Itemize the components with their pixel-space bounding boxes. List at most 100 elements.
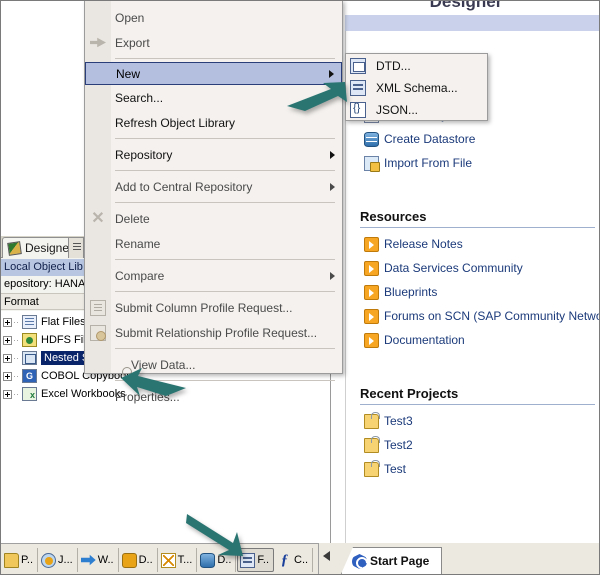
orange-arrow-icon xyxy=(364,260,379,276)
import-file-icon xyxy=(364,155,380,172)
taskbar-button-label: F.. xyxy=(257,554,270,566)
link-label: Forums on SCN (SAP Community Network) xyxy=(384,309,600,323)
document-tab-strip: Start Page xyxy=(318,543,600,575)
link-label: Test xyxy=(384,462,407,476)
menu-separator xyxy=(115,259,335,260)
taskbar-button-jobs[interactable]: J... xyxy=(39,548,78,572)
menu-item-delete[interactable]: ✕ Delete xyxy=(85,206,342,231)
tree-row-label: Flat Files xyxy=(41,316,86,328)
menu-item-label: Delete xyxy=(115,211,150,226)
menu-item-label: Submit Column Profile Request... xyxy=(115,300,293,315)
xml-schema-icon xyxy=(350,80,366,96)
folder-icon xyxy=(364,411,380,429)
menu-item-label: New xyxy=(116,66,141,81)
job-icon xyxy=(41,552,57,568)
start-page-header-band xyxy=(345,15,600,31)
recent-projects-heading: Recent Projects xyxy=(360,386,459,401)
tree-row-label: HDFS Fil xyxy=(41,334,86,346)
new-submenu: DTD... XML Schema... JSON... xyxy=(345,53,488,121)
link-data-services-community[interactable]: Data Services Community xyxy=(346,256,600,280)
menu-item-add-to-central-repository[interactable]: Add to Central Repository xyxy=(85,174,342,199)
transform-icon xyxy=(160,552,176,568)
workflow-icon xyxy=(80,554,96,566)
bottom-taskbar: P.. J... W.. D.. T... D.. F.. ƒ C.. Star… xyxy=(0,543,600,575)
taskbar-button-projects[interactable]: P.. xyxy=(2,548,39,572)
link-label: Import From File xyxy=(384,156,473,170)
orange-arrow-icon xyxy=(364,284,379,300)
cobol-copybook-icon: G xyxy=(22,369,37,383)
taskbar-button-custom-functions[interactable]: ƒ C.. xyxy=(275,548,314,572)
project-icon xyxy=(4,552,19,568)
start-page-icon xyxy=(352,554,367,569)
menu-item-label: Rename xyxy=(115,236,161,251)
canvas-blank-top-left xyxy=(0,0,84,236)
taskbar-button-label: J... xyxy=(58,554,73,566)
submenu-item-dtd[interactable]: DTD... xyxy=(346,55,487,77)
menu-separator xyxy=(115,58,335,59)
menu-item-open[interactable]: Open xyxy=(85,5,342,30)
link-label: Test2 xyxy=(384,438,413,452)
folder-icon xyxy=(364,459,380,477)
context-menu-items: Open Export New Search... Refresh Object… xyxy=(85,1,342,404)
link-import-from-file[interactable]: Import From File xyxy=(346,151,600,175)
menu-separator xyxy=(115,170,335,171)
expand-plus-icon[interactable] xyxy=(3,389,12,399)
menu-item-submit-relationship-profile-request[interactable]: Submit Relationship Profile Request... xyxy=(85,320,342,345)
expand-plus-icon[interactable] xyxy=(3,317,12,327)
link-release-notes[interactable]: Release Notes xyxy=(346,232,600,256)
recent-projects-divider xyxy=(360,404,595,405)
link-label: Blueprints xyxy=(384,285,438,299)
resources-heading: Resources xyxy=(360,209,427,224)
link-blueprints[interactable]: Blueprints xyxy=(346,280,600,304)
link-documentation[interactable]: Documentation xyxy=(346,328,600,352)
expand-plus-icon[interactable] xyxy=(3,371,12,381)
object-category-buttons: P.. J... W.. D.. T... D.. F.. ƒ C.. xyxy=(2,548,314,572)
menu-item-rename[interactable]: Rename xyxy=(85,231,342,256)
expand-plus-icon[interactable] xyxy=(3,353,12,363)
delete-x-icon: ✕ xyxy=(91,209,105,227)
submenu-item-json[interactable]: JSON... xyxy=(346,99,487,121)
arrow-to-xml-schema xyxy=(285,80,351,116)
link-label: Data Services Community xyxy=(384,261,523,275)
flat-file-icon xyxy=(22,315,37,329)
submenu-item-xml-schema[interactable]: XML Schema... xyxy=(346,77,487,99)
column-profile-icon xyxy=(90,299,106,316)
link-label: Documentation xyxy=(384,333,465,347)
menu-separator xyxy=(115,291,335,292)
orange-arrow-icon xyxy=(364,332,379,348)
expand-plus-icon[interactable] xyxy=(3,335,12,345)
menu-item-compare[interactable]: Compare xyxy=(85,263,342,288)
menu-item-submit-column-profile-request[interactable]: Submit Column Profile Request... xyxy=(85,295,342,320)
taskbar-button-dataflows[interactable]: D.. xyxy=(120,548,158,572)
menu-separator xyxy=(115,202,335,203)
menu-item-label: Submit Relationship Profile Request... xyxy=(115,325,318,340)
export-icon xyxy=(90,37,106,48)
link-label: Release Notes xyxy=(384,237,463,251)
submenu-chevron-icon xyxy=(330,150,335,159)
submenu-item-label: JSON... xyxy=(376,103,419,117)
tree-connector: ·· xyxy=(13,353,19,363)
tab-scroll-left-icon[interactable] xyxy=(323,551,330,561)
resources-divider xyxy=(360,227,595,228)
link-forums-on-scn[interactable]: Forums on SCN (SAP Community Network) xyxy=(346,304,600,328)
datastore-icon xyxy=(364,131,379,147)
submenu-chevron-icon xyxy=(329,69,334,78)
document-tab-start-page[interactable]: Start Page xyxy=(341,547,443,574)
menu-item-export[interactable]: Export xyxy=(85,30,342,55)
tab-designer-label: Designer xyxy=(25,241,74,255)
tab-overflow-button[interactable] xyxy=(68,237,84,258)
json-icon xyxy=(350,102,366,118)
dtd-icon xyxy=(350,58,366,74)
tree-connector: ·· xyxy=(13,389,19,399)
recent-project-test2[interactable]: Test2 xyxy=(346,433,600,457)
recent-project-test[interactable]: Test xyxy=(346,457,600,481)
taskbar-button-label: C.. xyxy=(294,554,309,566)
menu-item-repository[interactable]: Repository xyxy=(85,142,342,167)
submenu-chevron-icon xyxy=(330,271,335,280)
link-label: Create Datastore xyxy=(384,132,476,146)
taskbar-button-workflows[interactable]: W.. xyxy=(79,548,119,572)
link-create-datastore[interactable]: Create Datastore xyxy=(346,127,600,151)
recent-project-test3[interactable]: Test3 xyxy=(346,409,600,433)
menu-item-label: Refresh Object Library xyxy=(115,115,236,130)
folder-icon xyxy=(364,435,380,453)
